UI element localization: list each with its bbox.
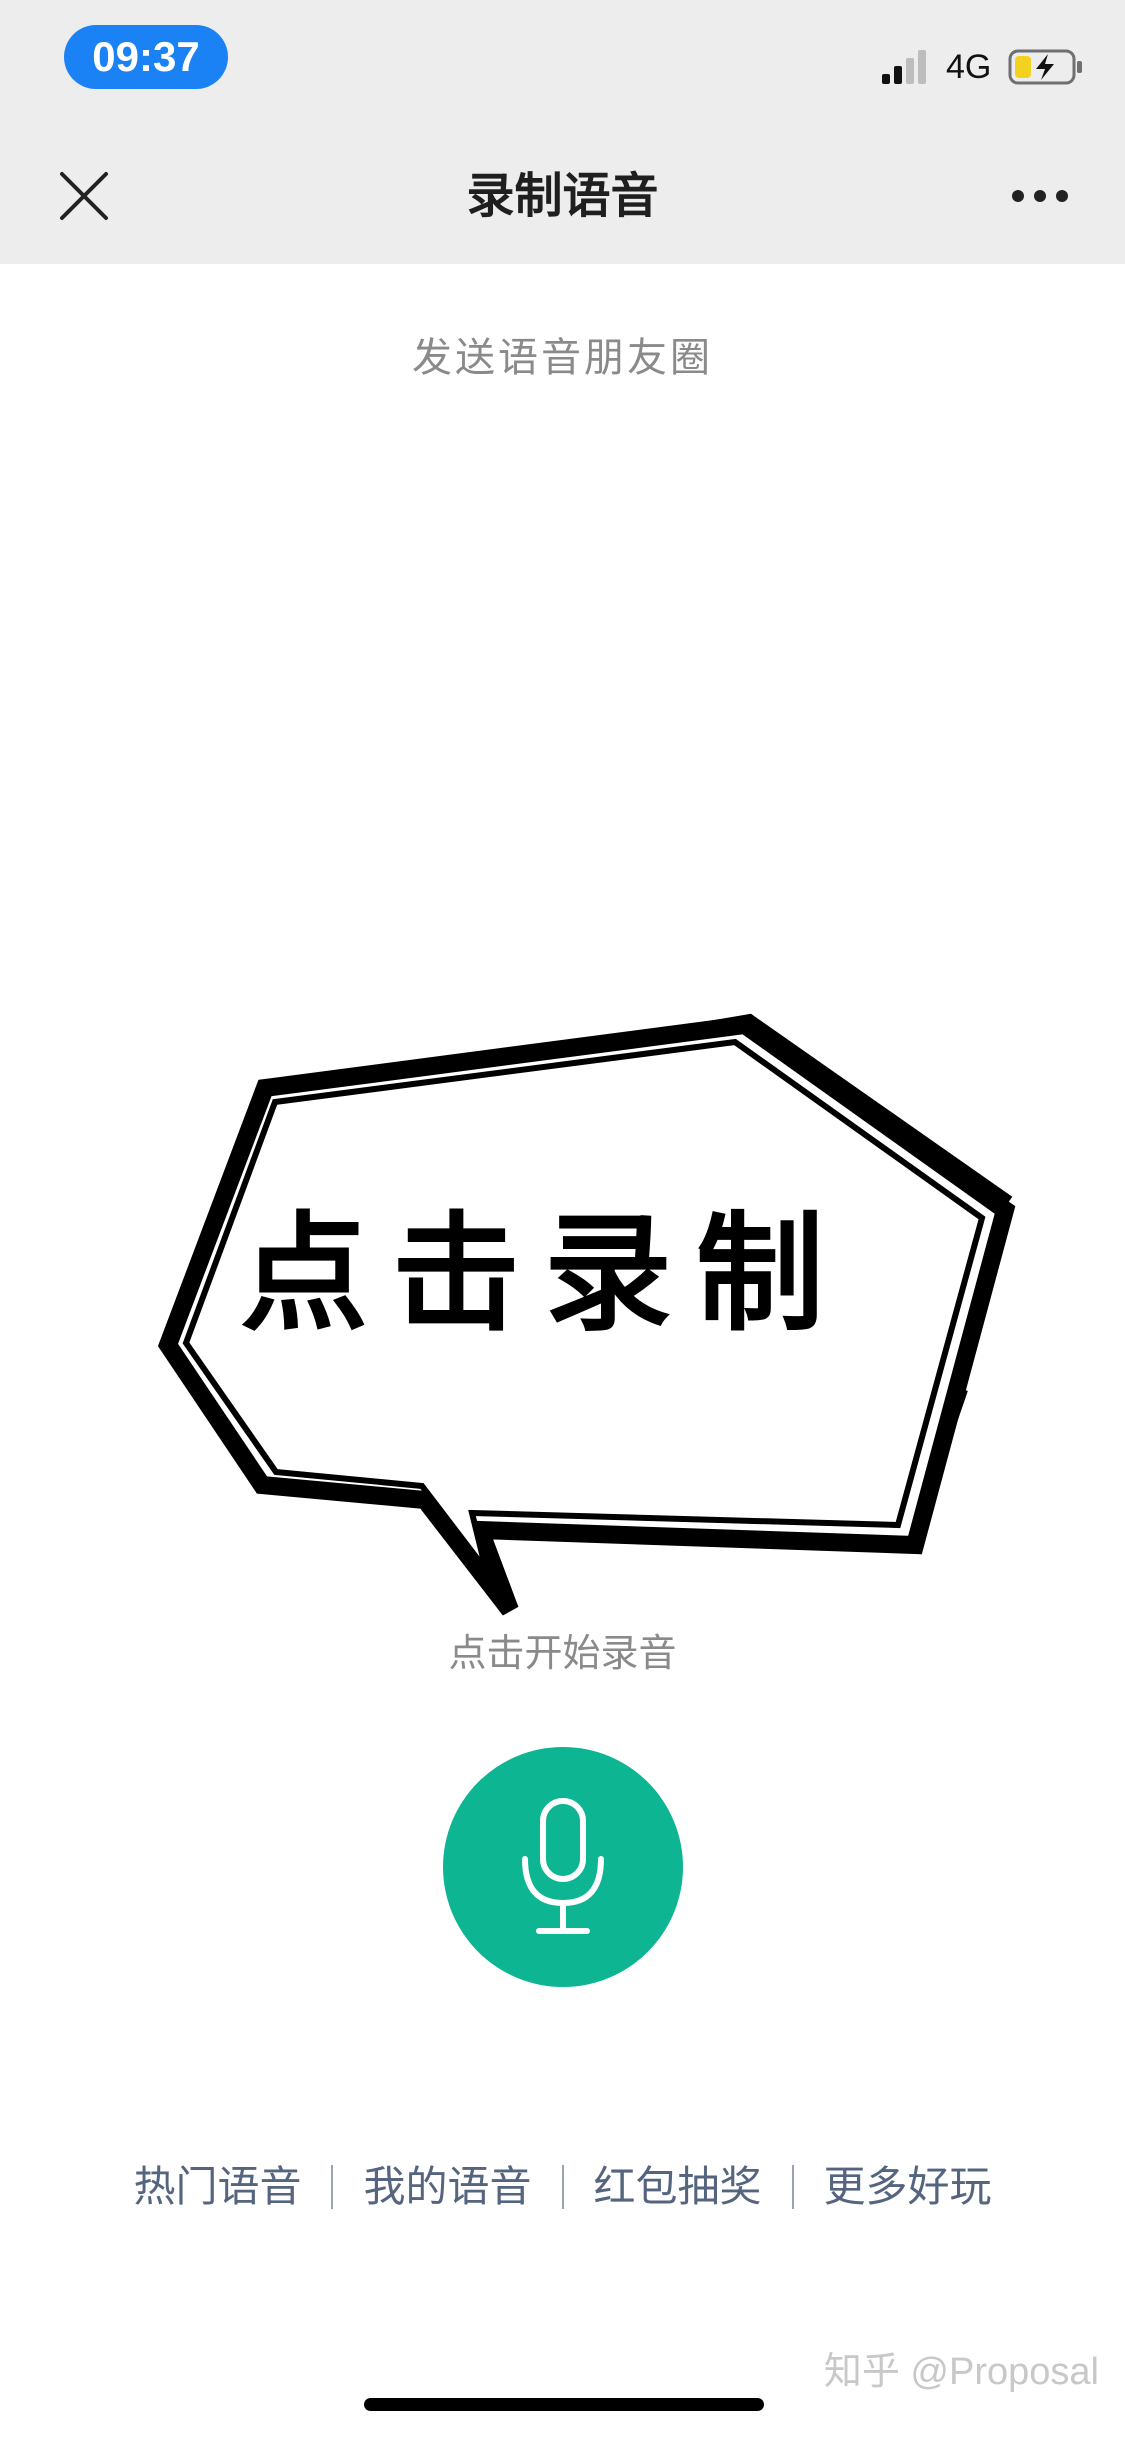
nav-my-voice[interactable]: 我的语音 [333, 2155, 561, 2219]
network-type: 4G [946, 48, 992, 86]
microphone-icon [522, 1798, 604, 1934]
more-icon[interactable] [1010, 184, 1070, 208]
nav-red-packet[interactable]: 红包抽奖 [564, 2155, 792, 2219]
home-indicator[interactable] [364, 2398, 764, 2411]
header-bar: 09:37 4G 录制语音 [0, 0, 1125, 264]
signal-icon [882, 50, 926, 84]
subtitle: 发送语音朋友圈 [412, 335, 713, 381]
record-hint: 点击开始录音 [448, 1631, 677, 1675]
watermark: 知乎 @Proposal [823, 2351, 1099, 2393]
record-button[interactable] [443, 1747, 683, 1987]
record-prompt-text: 点击录制 [240, 1200, 849, 1349]
nav-more-fun[interactable]: 更多好玩 [794, 2155, 1022, 2219]
nav-hot-voice[interactable]: 热门语音 [103, 2155, 331, 2219]
bottom-nav: 热门语音 我的语音 红包抽奖 更多好玩 [0, 2155, 1125, 2219]
page-title: 录制语音 [466, 168, 659, 224]
battery-icon [1008, 49, 1082, 85]
status-time: 09:37 [64, 25, 228, 89]
